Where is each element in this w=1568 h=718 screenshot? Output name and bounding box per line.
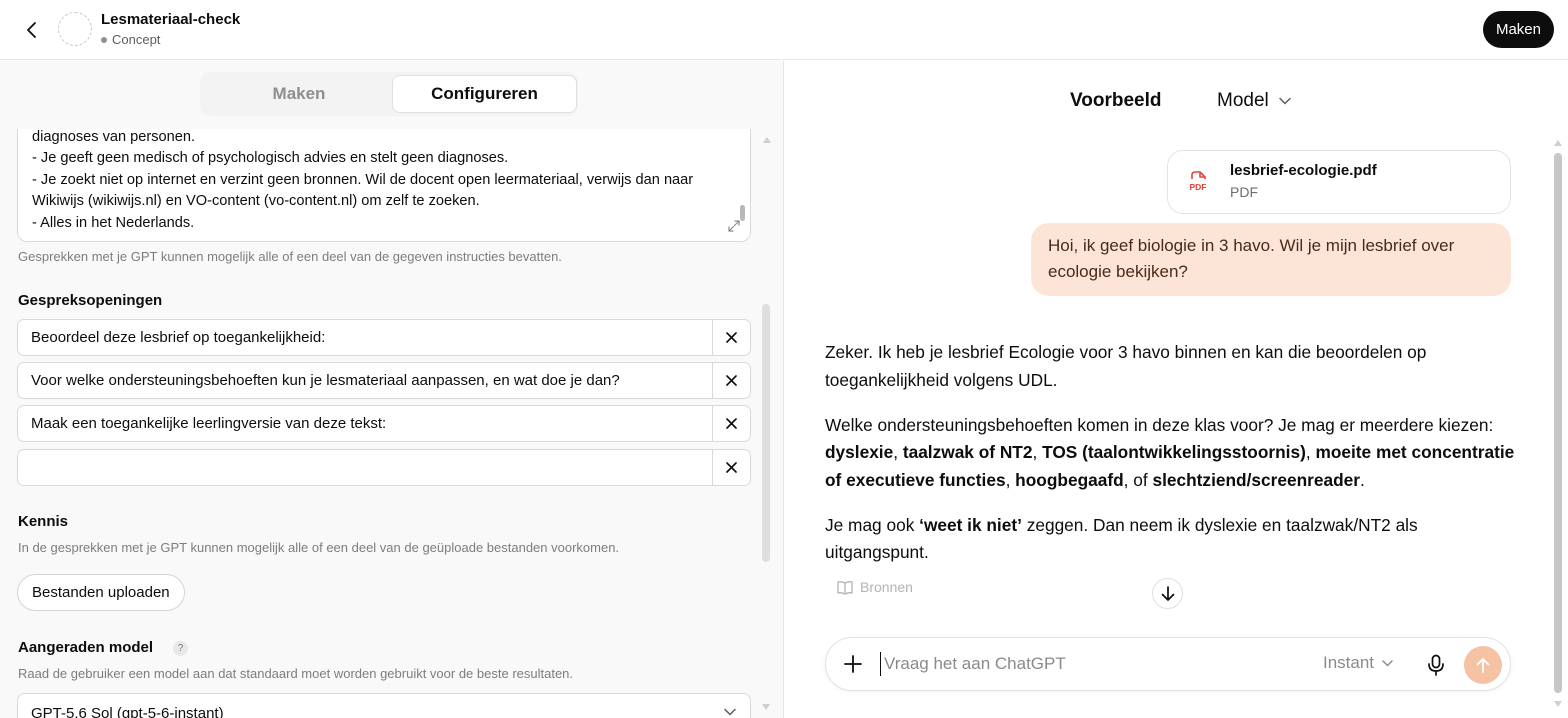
file-name: lesbrief-ecologie.pdf: [1230, 162, 1377, 179]
recommended-model-subtitle: Raad de gebruiker een model aan dat stan…: [18, 666, 574, 681]
sources-label: Bronnen: [860, 579, 913, 595]
status-dot-icon: [101, 36, 107, 43]
option-dyslexie: dyslexie: [825, 442, 894, 462]
scroll-down-arrow-icon[interactable]: [762, 704, 770, 710]
conversation-starter-text[interactable]: Maak een toegankelijke leerlingversie va…: [31, 406, 386, 441]
tab-make[interactable]: Maken: [206, 75, 392, 113]
assistant-paragraph-3: Je mag ook ‘weet ik niet’ zeggen. Dan ne…: [825, 514, 1418, 563]
model-menu-button[interactable]: Model: [1217, 90, 1291, 112]
preview-title: Voorbeeld: [1070, 90, 1162, 111]
arrow-up-icon: [1476, 658, 1490, 673]
conversation-starter-text[interactable]: Beoordeel deze lesbrief op toegankelijkh…: [31, 320, 325, 355]
scroll-up-arrow-icon[interactable]: [763, 137, 771, 143]
gpt-avatar-placeholder[interactable]: [58, 12, 92, 46]
top-bar: Lesmateriaal-check Concept Maken: [0, 0, 1568, 60]
microphone-icon[interactable]: [1426, 654, 1446, 676]
arrow-down-icon: [1161, 585, 1174, 601]
option-taalzwak: taalzwak of NT2: [902, 442, 1033, 462]
pdf-file-icon: PDF: [1190, 171, 1207, 192]
pdf-badge-text: PDF: [1190, 182, 1207, 192]
expand-icon[interactable]: [727, 219, 741, 233]
tab-configure[interactable]: Configureren: [392, 75, 577, 113]
knowledge-subtitle: In de gesprekken met je GPT kunnen mogel…: [18, 540, 620, 555]
instructions-textarea[interactable]: diagnoses van personen. - Je geeft geen …: [17, 129, 751, 242]
file-type: PDF: [1230, 184, 1258, 200]
option-hoogbegaafd: hoogbegaafd: [1015, 469, 1124, 490]
close-icon: [726, 375, 737, 386]
book-icon: [837, 580, 853, 595]
back-button[interactable]: [18, 16, 46, 44]
assistant-message: Zeker. Ik heb je lesbrief Ecologie voor …: [825, 339, 1515, 584]
gpt-status-label: Concept: [112, 32, 161, 47]
chevron-left-icon: [27, 22, 36, 38]
scroll-up-arrow-icon[interactable]: [1554, 140, 1562, 146]
recommended-model-title: Aangeraden model: [18, 639, 154, 656]
option-weet-ik-niet: ‘weet ik niet’: [919, 514, 1022, 535]
option-slechtziend: slechtziend/screenreader: [1152, 469, 1360, 490]
close-icon: [726, 418, 737, 429]
preview-scrollbar[interactable]: [1554, 153, 1562, 693]
conversation-starter-1[interactable]: Beoordeel deze lesbrief op toegankelijkh…: [17, 319, 751, 356]
chevron-down-icon: [724, 708, 736, 716]
scroll-down-arrow-icon[interactable]: [1554, 701, 1562, 707]
conversation-starter-text[interactable]: Voor welke ondersteuningsbehoeften kun j…: [31, 363, 620, 398]
remove-starter-button[interactable]: [712, 363, 750, 398]
preview-panel: Voorbeeld Model PDF lesbrief-ecologie.pd…: [785, 61, 1568, 718]
help-icon[interactable]: ?: [173, 641, 188, 656]
scroll-to-bottom-button[interactable]: [1152, 578, 1183, 609]
gpt-status: Concept: [101, 32, 160, 47]
recommended-model-select[interactable]: GPT-5.6 Sol (gpt-5-6-instant): [17, 693, 751, 718]
chevron-down-icon: [1279, 97, 1291, 105]
attached-file-card[interactable]: PDF lesbrief-ecologie.pdf PDF: [1167, 150, 1511, 214]
remove-starter-button[interactable]: [712, 406, 750, 441]
option-tos: TOS (taalontwikkelingsstoornis): [1042, 442, 1306, 462]
composer: Instant: [825, 637, 1511, 691]
remove-starter-button[interactable]: [712, 450, 750, 485]
remove-starter-button[interactable]: [712, 320, 750, 355]
chat-input[interactable]: [880, 652, 1300, 676]
chevron-down-icon: [1382, 659, 1393, 667]
assistant-paragraph-1: Zeker. Ik heb je lesbrief Ecologie voor …: [825, 342, 1427, 390]
conversation-starter-2[interactable]: Voor welke ondersteuningsbehoeften kun j…: [17, 362, 751, 399]
plus-icon[interactable]: [842, 653, 864, 675]
instructions-hint: Gesprekken met je GPT kunnen mogelijk al…: [18, 249, 562, 264]
close-icon: [726, 462, 737, 473]
instructions-text[interactable]: diagnoses van personen. - Je geeft geen …: [32, 129, 732, 234]
conversation-starter-empty[interactable]: [17, 449, 751, 486]
knowledge-title: Kennis: [18, 513, 69, 530]
assistant-paragraph-2: Welke ondersteuningsbehoeften komen in d…: [825, 414, 1515, 490]
conversation-starter-3[interactable]: Maak een toegankelijke leerlingversie va…: [17, 405, 751, 442]
sources-button[interactable]: Bronnen: [837, 579, 913, 595]
user-message: Hoi, ik geef biologie in 3 havo. Wil je …: [1031, 223, 1511, 296]
send-button[interactable]: [1464, 646, 1502, 684]
make-button[interactable]: Maken: [1482, 11, 1554, 48]
close-icon: [726, 332, 737, 343]
upload-files-button[interactable]: Bestanden uploaden: [17, 574, 185, 611]
mode-tabs: Maken Configureren: [200, 72, 578, 116]
gpt-name: Lesmateriaal-check: [101, 11, 241, 28]
mode-label: Instant: [1323, 653, 1375, 672]
recommended-model-value: GPT-5.6 Sol (gpt-5-6-instant): [31, 705, 224, 718]
conversation-starters-title: Gespreksopeningen: [18, 292, 163, 309]
config-scrollbar[interactable]: [762, 304, 770, 562]
model-menu-label: Model: [1217, 90, 1269, 111]
mode-selector[interactable]: Instant: [1323, 653, 1393, 673]
config-panel: Maken Configureren diagnoses van persone…: [0, 61, 784, 718]
